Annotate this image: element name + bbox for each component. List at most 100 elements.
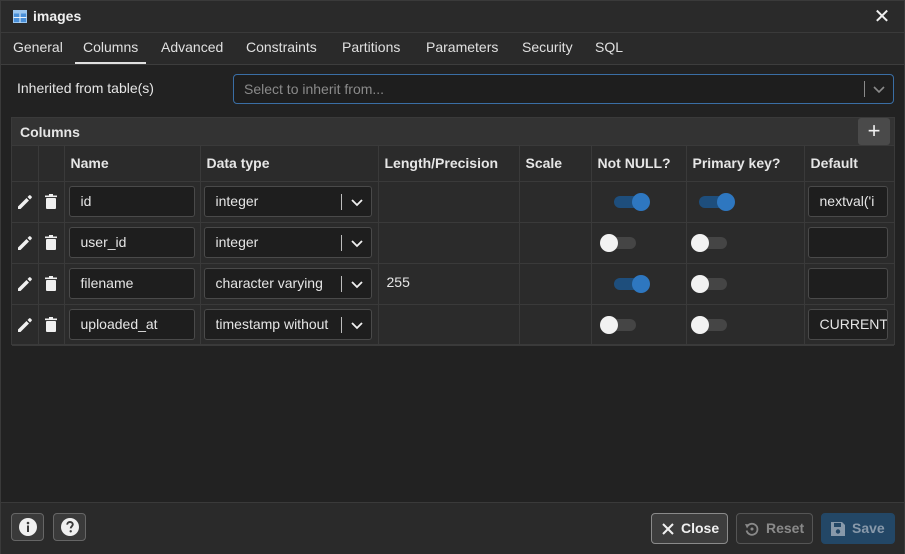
add-column-button[interactable]: + xyxy=(858,118,890,145)
chevron-down-icon[interactable] xyxy=(349,276,365,292)
tab-sql[interactable]: SQL xyxy=(587,33,631,64)
columns-table: Name Data type Length/Precision Scale No… xyxy=(12,146,894,346)
not-null-toggle[interactable] xyxy=(599,315,638,334)
tab-partitions[interactable]: Partitions xyxy=(334,33,408,64)
chevron-down-icon[interactable] xyxy=(349,235,365,251)
tab-constraints[interactable]: Constraints xyxy=(238,33,325,64)
data-type-cell: timestamp without xyxy=(200,304,379,346)
help-button[interactable] xyxy=(53,513,86,541)
delete-column-header xyxy=(38,146,65,182)
edit-icon[interactable] xyxy=(15,192,35,212)
data-type-cell: integer xyxy=(200,181,379,223)
chevron-down-icon[interactable] xyxy=(349,317,365,333)
column-name-input[interactable]: user_id xyxy=(68,226,195,258)
not-null-toggle[interactable] xyxy=(599,233,638,252)
trash-icon[interactable] xyxy=(41,274,61,294)
header-primary-key: Primary key? xyxy=(686,146,805,182)
default-cell: CURRENT xyxy=(804,304,894,346)
data-type-select[interactable]: integer xyxy=(203,185,372,217)
not-null-toggle[interactable] xyxy=(612,192,650,211)
edit-icon[interactable] xyxy=(15,233,35,253)
close-button[interactable]: Close xyxy=(651,513,728,544)
scale-cell[interactable] xyxy=(519,181,592,223)
not-null-cell xyxy=(591,263,687,305)
toggle-knob xyxy=(599,315,618,334)
toggle-knob xyxy=(690,315,709,334)
delete-cell xyxy=(38,181,65,223)
column-name-input[interactable]: filename xyxy=(68,267,195,299)
scale-cell[interactable] xyxy=(519,304,592,346)
save-icon xyxy=(831,522,845,536)
inherit-select[interactable]: Select to inherit from... xyxy=(233,74,894,104)
toggle-knob xyxy=(716,192,735,211)
not-null-toggle[interactable] xyxy=(612,274,650,293)
data-type-select[interactable]: integer xyxy=(203,226,372,258)
name-cell: id xyxy=(64,181,201,223)
edit-cell xyxy=(12,222,39,264)
tab-columns[interactable]: Columns xyxy=(75,33,147,64)
toggle-knob xyxy=(690,233,709,252)
tab-security[interactable]: Security xyxy=(514,33,581,64)
data-type-select[interactable]: timestamp without xyxy=(203,308,372,340)
length-cell[interactable] xyxy=(378,181,520,223)
columns-panel-title: Columns xyxy=(20,124,80,140)
data-type-value: integer xyxy=(215,192,259,209)
toggle-knob xyxy=(631,192,650,211)
edit-icon[interactable] xyxy=(15,315,35,335)
columns-panel: Columns + Name Data type Length/Precisio… xyxy=(11,117,895,346)
data-type-select[interactable]: character varying xyxy=(203,267,372,299)
header-default: Default xyxy=(804,146,894,182)
length-cell[interactable] xyxy=(378,304,520,346)
toggle-knob xyxy=(599,233,618,252)
default-cell xyxy=(804,263,894,305)
save-button[interactable]: Save xyxy=(821,513,895,544)
table-row: filename character varying 255 xyxy=(12,263,894,305)
default-input[interactable] xyxy=(807,226,888,258)
column-name-input[interactable]: uploaded_at xyxy=(68,308,195,340)
edit-cell xyxy=(12,181,39,223)
edit-icon[interactable] xyxy=(15,274,35,294)
inherit-label: Inherited from table(s) xyxy=(17,80,154,96)
chevron-down-icon[interactable] xyxy=(349,194,365,210)
data-type-cell: integer xyxy=(200,222,379,264)
primary-key-cell xyxy=(686,181,805,223)
table-dialog: images ✕ General Columns Advanced Constr… xyxy=(0,0,905,554)
trash-icon[interactable] xyxy=(41,315,61,335)
scale-cell[interactable] xyxy=(519,263,592,305)
column-name-input[interactable]: id xyxy=(68,185,195,217)
info-button[interactable] xyxy=(11,513,44,541)
header-length: Length/Precision xyxy=(378,146,520,182)
header-data-type: Data type xyxy=(200,146,379,182)
default-input[interactable]: CURRENT xyxy=(807,308,888,340)
table-row: id integer nextval('i xyxy=(12,181,894,223)
trash-icon[interactable] xyxy=(41,192,61,212)
close-icon xyxy=(662,523,674,535)
primary-key-cell xyxy=(686,222,805,264)
length-cell[interactable]: 255 xyxy=(378,263,520,305)
length-cell[interactable] xyxy=(378,222,520,264)
name-cell: user_id xyxy=(64,222,201,264)
primary-key-toggle[interactable] xyxy=(690,315,729,334)
default-input[interactable] xyxy=(807,267,888,299)
primary-key-toggle[interactable] xyxy=(697,192,735,211)
reset-button[interactable]: Reset xyxy=(736,513,813,544)
tab-advanced[interactable]: Advanced xyxy=(153,33,231,64)
delete-cell xyxy=(38,263,65,305)
inherit-placeholder: Select to inherit from... xyxy=(244,81,385,97)
tab-general[interactable]: General xyxy=(5,33,71,64)
edit-cell xyxy=(12,304,39,346)
select-separator xyxy=(340,234,342,251)
scale-cell[interactable] xyxy=(519,222,592,264)
table-row: user_id integer xyxy=(12,222,894,264)
tab-parameters[interactable]: Parameters xyxy=(418,33,506,64)
close-button-label: Close xyxy=(681,520,720,536)
chevron-down-icon[interactable] xyxy=(871,81,887,97)
close-icon[interactable]: ✕ xyxy=(870,5,894,29)
reset-icon xyxy=(745,522,759,536)
edit-cell xyxy=(12,263,39,305)
primary-key-toggle[interactable] xyxy=(690,233,729,252)
default-input[interactable]: nextval('i xyxy=(807,185,888,217)
trash-icon[interactable] xyxy=(41,233,61,253)
primary-key-toggle[interactable] xyxy=(690,274,729,293)
dialog-titlebar: images ✕ xyxy=(1,1,904,33)
